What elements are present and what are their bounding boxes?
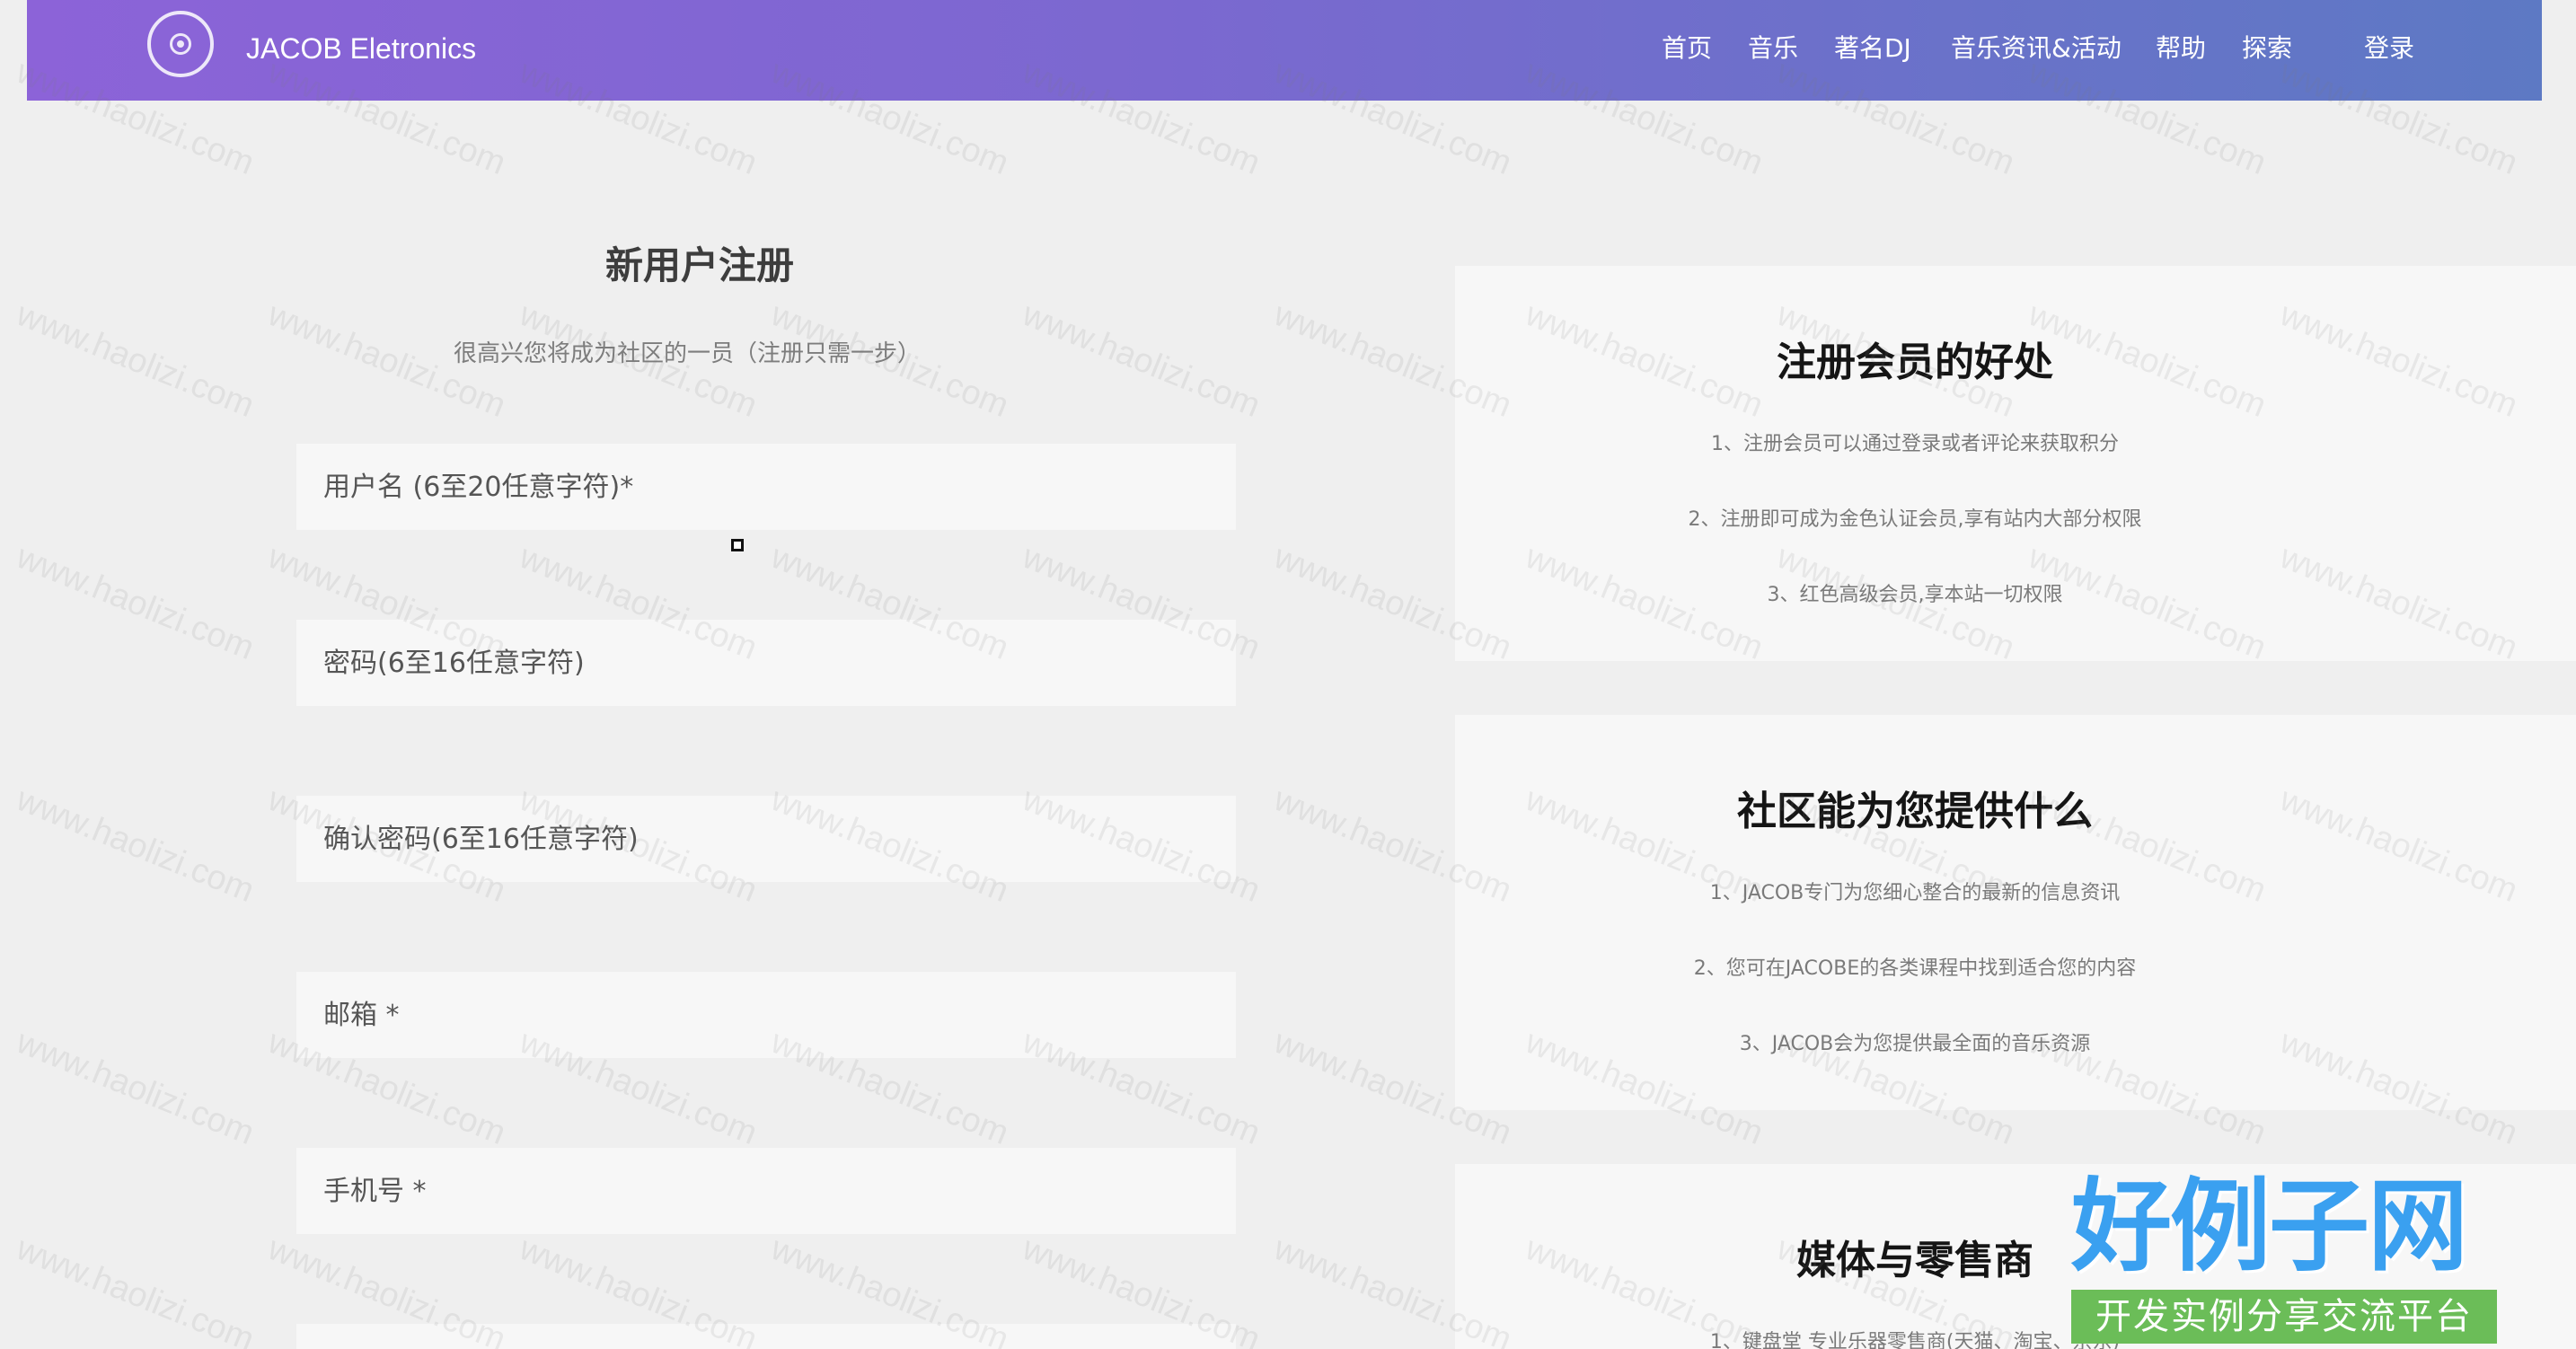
benefits-item-1: 1、注册会员可以通过登录或者评论来获取积分 [1711, 433, 2119, 455]
register-title: 新用户注册 [605, 243, 795, 287]
nav-item-djs[interactable]: 著名DJ [1834, 27, 1911, 70]
register-subtitle: 很高兴您将成为社区的一员（注册只需一步） [454, 340, 922, 367]
community-title: 社区能为您提供什么 [1737, 789, 2093, 834]
watermark-text: www.haolizi.com [11, 295, 260, 426]
nav-item-news-events[interactable]: 音乐资讯&活动 [1951, 27, 2122, 70]
email-input[interactable] [296, 972, 1236, 1058]
nav-item-home[interactable]: 首页 [1662, 27, 1712, 70]
community-item-1: 1、JACOB专门为您细心整合的最新的信息资讯 [1709, 882, 2121, 904]
site-stamp-title: 好例子网 [2071, 1168, 2468, 1285]
watermark-text: www.haolizi.com [11, 537, 260, 668]
username-input[interactable] [296, 444, 1236, 530]
nav-item-music[interactable]: 音乐 [1748, 27, 1798, 70]
community-item-3: 3、JACOB会为您提供最全面的音乐资源 [1739, 1033, 2091, 1055]
site-stamp: 好例子网 开发实例分享交流平台 [2071, 1171, 2497, 1349]
nav-item-login[interactable]: 登录 [2364, 27, 2414, 70]
nav-item-explore[interactable]: 探索 [2242, 27, 2292, 70]
confirm-password-input[interactable] [296, 796, 1236, 882]
main-nav: 首页 音乐 著名DJ 音乐资讯&活动 帮助 探索 登录 [27, 27, 2542, 70]
nav-item-help[interactable]: 帮助 [2156, 27, 2206, 70]
watermark-text: www.haolizi.com [11, 1229, 260, 1349]
benefits-item-3: 3、红色高级会员,享本站一切权限 [1767, 584, 2063, 606]
register-page: JACOB Eletronics 首页 音乐 著名DJ 音乐资讯&活动 帮助 探… [0, 0, 2576, 1349]
watermark-text: www.haolizi.com [11, 780, 260, 911]
benefits-card: 注册会员的好处 1、注册会员可以通过登录或者评论来获取积分 2、注册即可成为金色… [1455, 266, 2576, 661]
top-navbar: JACOB Eletronics 首页 音乐 著名DJ 音乐资讯&活动 帮助 探… [27, 0, 2542, 101]
phone-input[interactable] [296, 1148, 1236, 1234]
password-input[interactable] [296, 620, 1236, 706]
community-item-2: 2、您可在JACOBE的各类课程中找到适合您的内容 [1693, 957, 2137, 980]
community-card: 社区能为您提供什么 1、JACOB专门为您细心整合的最新的信息资讯 2、您可在J… [1455, 715, 2576, 1110]
benefits-title: 注册会员的好处 [1777, 339, 2053, 385]
next-input-partial[interactable] [296, 1324, 1236, 1349]
site-stamp-subtitle: 开发实例分享交流平台 [2071, 1290, 2497, 1344]
watermark-text: www.haolizi.com [1017, 295, 1266, 426]
watermark-text: www.haolizi.com [11, 1022, 260, 1153]
benefits-item-2: 2、注册即可成为金色认证会员,享有站内大部分权限 [1688, 508, 2142, 531]
mouse-cursor-icon [731, 539, 744, 551]
